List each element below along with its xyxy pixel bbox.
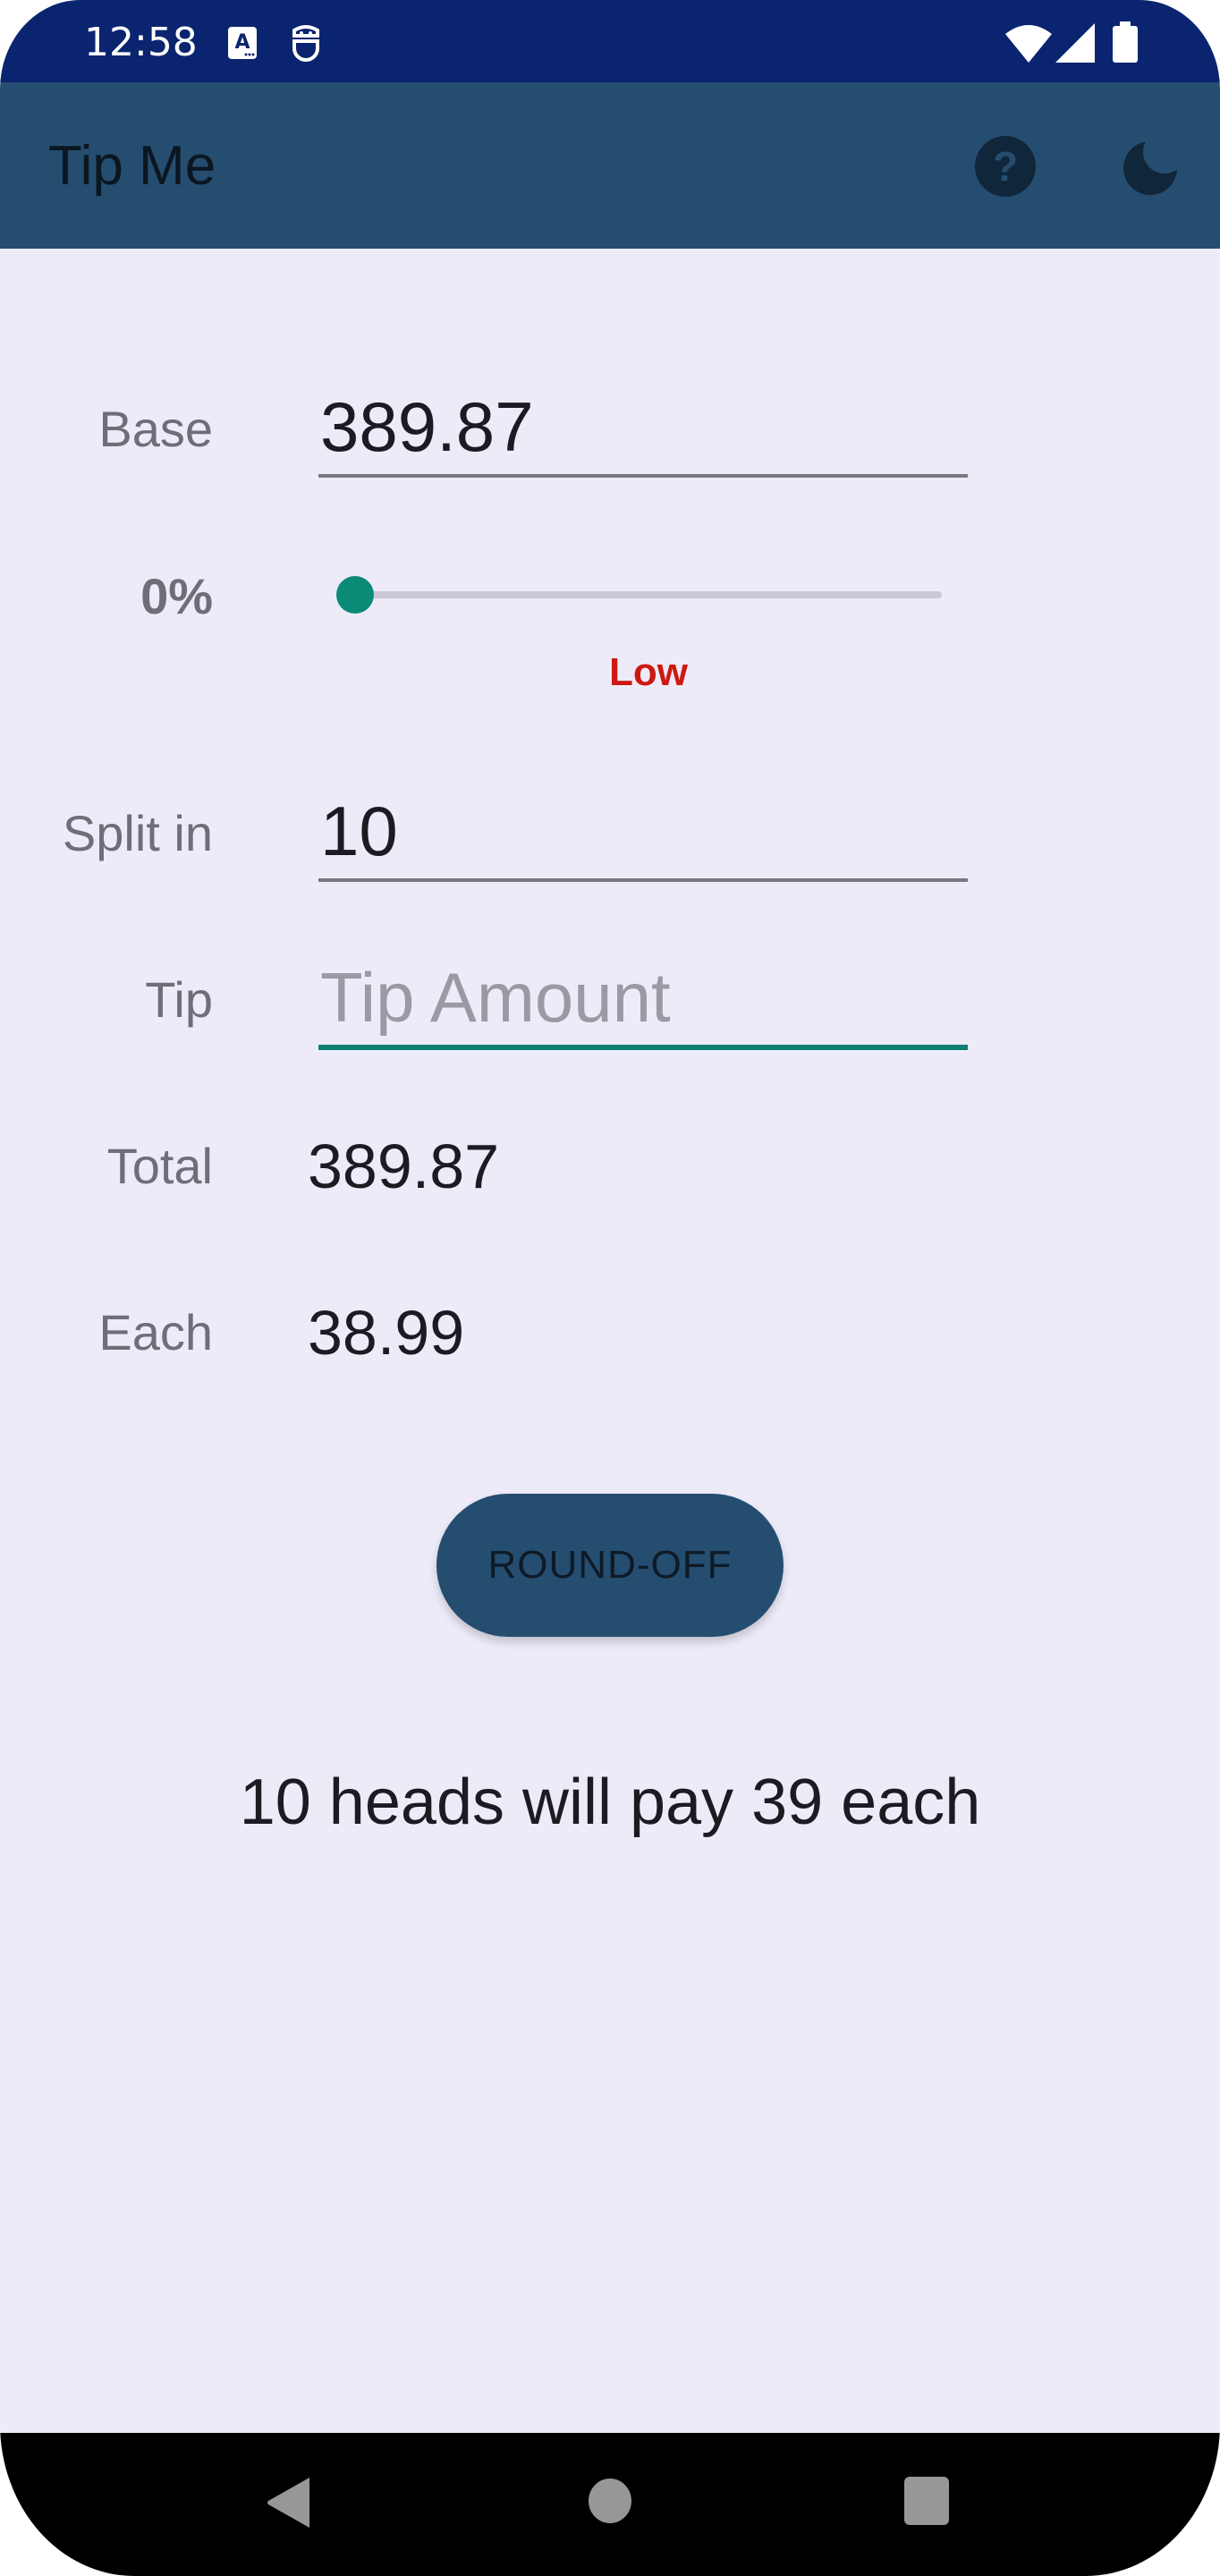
round-off-button[interactable]: ROUND-OFF xyxy=(436,1494,784,1637)
recents-icon[interactable] xyxy=(903,2476,950,2526)
base-input[interactable] xyxy=(318,386,968,478)
cellular-signal-icon xyxy=(1055,23,1095,63)
wifi-icon xyxy=(1005,25,1052,63)
status-time: 12:58 xyxy=(84,20,198,65)
help-icon: ? xyxy=(975,136,1036,197)
tip-percent-label: 0% xyxy=(140,568,213,624)
status-bar: 12:58 A xyxy=(0,0,1220,82)
summary-text: 10 heads will pay 39 each xyxy=(239,1767,981,1838)
each-label: Each xyxy=(98,1304,213,1360)
svg-text:?: ? xyxy=(993,143,1018,190)
base-label: Base xyxy=(98,401,213,457)
dark-mode-button[interactable] xyxy=(1118,132,1186,200)
split-input[interactable] xyxy=(318,791,968,882)
dark-mode-icon xyxy=(1123,141,1177,195)
help-button[interactable]: ? xyxy=(971,132,1039,200)
slider-track xyxy=(354,591,942,598)
navigation-bar xyxy=(0,2433,1220,2576)
tip-label: Tip xyxy=(145,971,213,1028)
accessibility-app-icon: A xyxy=(228,27,257,59)
app-title: Tip Me xyxy=(48,135,216,197)
app-bar: Tip Me ? xyxy=(0,82,1220,249)
back-icon[interactable] xyxy=(265,2476,313,2529)
split-label: Split in xyxy=(62,805,213,861)
each-value: 38.99 xyxy=(308,1298,465,1368)
tip-amount-input[interactable] xyxy=(318,957,968,1050)
battery-icon xyxy=(1113,21,1138,63)
slider-thumb[interactable] xyxy=(336,576,374,614)
phone-screen: 12:58 A Tip Me ? Base 389.87 0% Low Spli… xyxy=(0,0,1220,2576)
svg-text:A: A xyxy=(234,31,250,54)
android-debug-icon xyxy=(292,25,319,62)
total-label: Total xyxy=(106,1138,213,1194)
tip-percent-slider[interactable] xyxy=(333,572,945,617)
tip-rating-label: Low xyxy=(609,650,688,694)
home-icon[interactable] xyxy=(587,2476,633,2526)
total-value: 389.87 xyxy=(308,1131,500,1201)
